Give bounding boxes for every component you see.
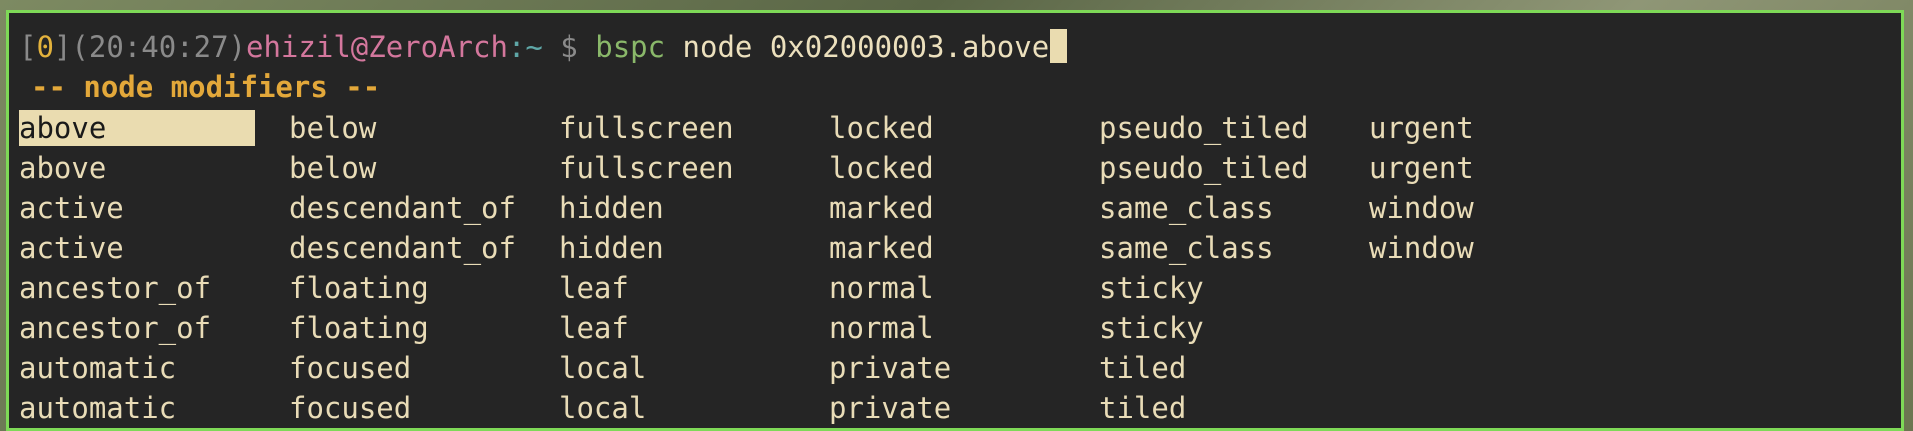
completion-item[interactable]: pseudo_tiled bbox=[1099, 148, 1309, 188]
completion-item[interactable]: above bbox=[19, 148, 106, 188]
completion-item[interactable]: locked bbox=[829, 148, 934, 188]
completion-item[interactable]: fullscreen bbox=[559, 108, 734, 148]
completion-item[interactable]: descendant_of bbox=[289, 188, 516, 228]
prompt-bracket-open: [ bbox=[19, 30, 37, 64]
completion-item[interactable]: sticky bbox=[1099, 268, 1204, 308]
completion-item-selected[interactable]: above bbox=[19, 110, 255, 146]
completion-item[interactable]: ancestor_of bbox=[19, 268, 211, 308]
completion-item[interactable]: floating bbox=[289, 268, 429, 308]
completion-item[interactable]: locked bbox=[829, 108, 934, 148]
completion-item[interactable]: private bbox=[829, 388, 951, 428]
completion-item[interactable]: window bbox=[1369, 228, 1474, 268]
completion-item[interactable]: marked bbox=[829, 228, 934, 268]
prompt-time: (20:40:27) bbox=[71, 30, 247, 64]
completion-item[interactable]: pseudo_tiled bbox=[1099, 108, 1309, 148]
prompt-bracket-close: ] bbox=[53, 30, 72, 64]
prompt-line[interactable]: [0](20:40:27)ehizil@ZeroArch:~ $ bspc no… bbox=[19, 27, 1068, 67]
completion-item[interactable]: same_class bbox=[1099, 188, 1274, 228]
completion-item[interactable]: private bbox=[829, 348, 951, 388]
completion-item[interactable]: ancestor_of bbox=[19, 308, 211, 348]
completion-item[interactable]: window bbox=[1369, 188, 1474, 228]
completion-item[interactable]: marked bbox=[829, 188, 934, 228]
completion-item[interactable]: urgent bbox=[1369, 108, 1474, 148]
completion-item[interactable]: hidden bbox=[559, 228, 664, 268]
completion-item[interactable]: descendant_of bbox=[289, 228, 516, 268]
completion-item[interactable]: below bbox=[289, 108, 376, 148]
completion-item[interactable]: automatic bbox=[19, 348, 176, 388]
prompt-symbol: $ bbox=[542, 30, 596, 64]
completion-item[interactable]: local bbox=[559, 348, 646, 388]
completion-item[interactable]: local bbox=[559, 388, 646, 428]
completion-item[interactable]: active bbox=[19, 228, 124, 268]
completion-item[interactable]: hidden bbox=[559, 188, 664, 228]
current-path: :~ bbox=[507, 30, 543, 64]
completion-item[interactable]: normal bbox=[829, 268, 934, 308]
completion-item[interactable]: urgent bbox=[1369, 148, 1474, 188]
command-args[interactable]: node 0x02000003.above bbox=[665, 30, 1050, 64]
completion-item[interactable]: active bbox=[19, 188, 124, 228]
terminal-window[interactable]: [0](20:40:27)ehizil@ZeroArch:~ $ bspc no… bbox=[6, 10, 1904, 431]
completion-item[interactable]: tiled bbox=[1099, 388, 1186, 428]
text-cursor bbox=[1050, 29, 1068, 63]
user-host: ehizil@ZeroArch bbox=[246, 30, 508, 64]
completion-item[interactable]: leaf bbox=[559, 268, 629, 308]
completion-item[interactable]: automatic bbox=[19, 388, 176, 428]
completion-item[interactable]: focused bbox=[289, 348, 411, 388]
command-name[interactable]: bspc bbox=[595, 30, 665, 64]
completion-item[interactable]: below bbox=[289, 148, 376, 188]
completion-item[interactable]: fullscreen bbox=[559, 148, 734, 188]
completion-item[interactable]: sticky bbox=[1099, 308, 1204, 348]
completion-item[interactable]: normal bbox=[829, 308, 934, 348]
exit-code: 0 bbox=[36, 30, 54, 64]
completion-item[interactable]: leaf bbox=[559, 308, 629, 348]
completion-item[interactable]: focused bbox=[289, 388, 411, 428]
completion-item[interactable]: same_class bbox=[1099, 228, 1274, 268]
completion-item[interactable]: tiled bbox=[1099, 348, 1186, 388]
completion-item[interactable]: floating bbox=[289, 308, 429, 348]
completion-header: -- node modifiers -- bbox=[31, 70, 381, 104]
